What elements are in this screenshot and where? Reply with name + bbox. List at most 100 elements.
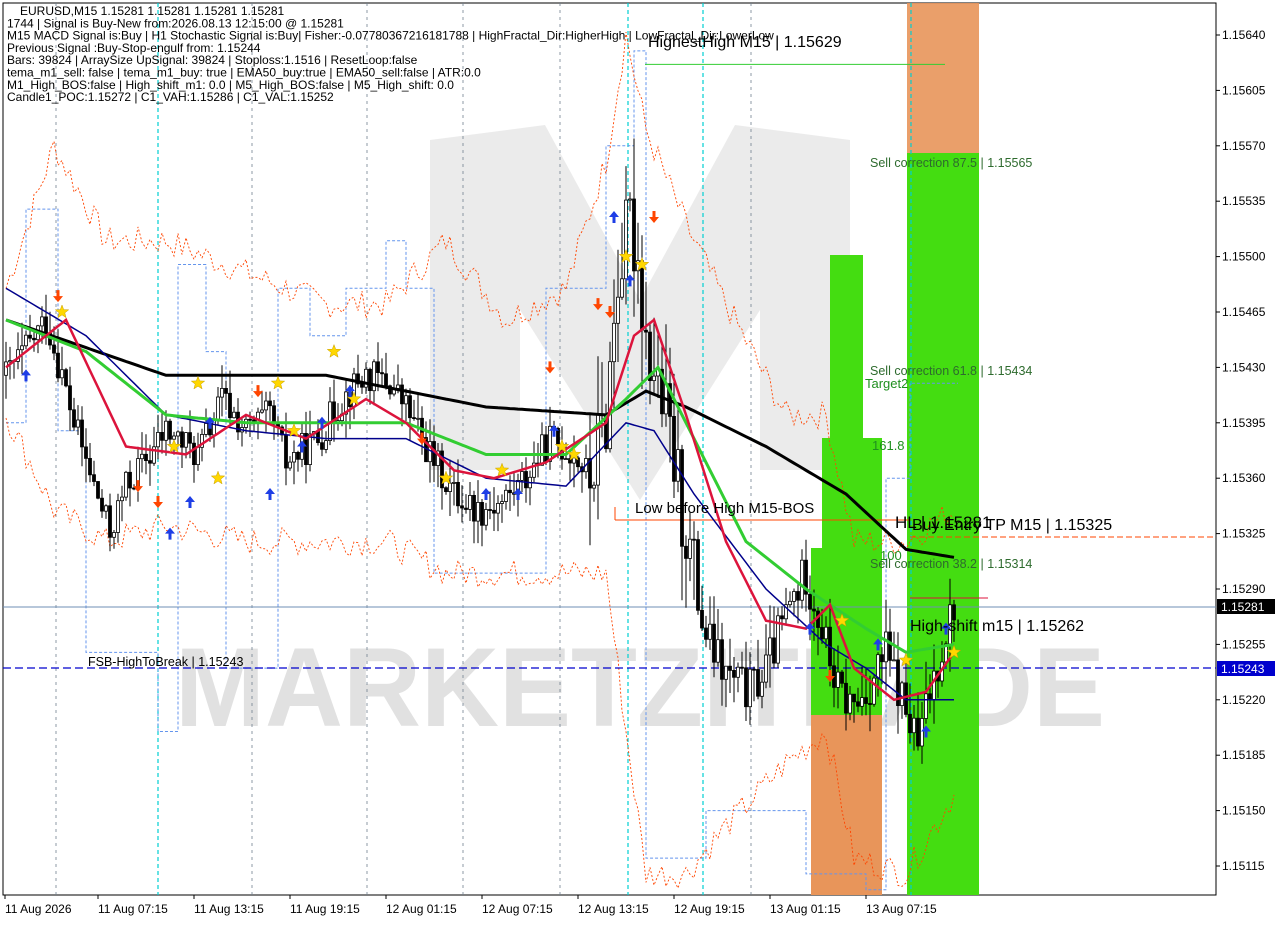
candle-body — [268, 400, 272, 407]
candle-body — [408, 395, 412, 419]
candle-body — [868, 703, 872, 705]
chart-svg[interactable]: MARKETZITRADE HighestHigh M15 | 1.15629 … — [0, 0, 1280, 920]
candle-body — [920, 718, 924, 747]
y-tick-label: 1.15500 — [1222, 250, 1266, 264]
candle-body — [148, 460, 152, 464]
low-before-high-label: Low before High M15-BOS — [635, 500, 814, 517]
candle-body — [620, 278, 624, 298]
candle-body — [704, 627, 708, 640]
candle-body — [176, 431, 180, 437]
candle-body — [924, 693, 928, 719]
candle-body — [72, 409, 76, 428]
candle-body — [744, 667, 748, 708]
candle-body — [848, 693, 852, 714]
y-tick-label: 1.15185 — [1222, 748, 1266, 762]
candle-body — [292, 451, 296, 463]
candle-body — [892, 659, 896, 662]
candle-body — [696, 539, 700, 611]
candle-body — [128, 471, 132, 489]
candle-body — [564, 458, 568, 461]
sell-correction-382-label: Sell correction 38.2 | 1.15314 — [870, 557, 1032, 571]
candle-body — [856, 701, 860, 707]
candle-body — [652, 375, 656, 382]
y-tick-label: 1.15220 — [1222, 693, 1266, 707]
candle-body — [468, 494, 472, 510]
candle-body — [172, 435, 176, 440]
candle-body — [508, 489, 512, 494]
candle-body — [888, 631, 892, 661]
candle-body — [484, 509, 488, 526]
candle-body — [40, 316, 44, 327]
candle-body — [164, 420, 168, 441]
candle-body — [184, 432, 188, 448]
candle-body — [912, 717, 916, 734]
candle-body — [180, 431, 184, 448]
candle-body — [232, 411, 236, 419]
y-tick-label: 1.15465 — [1222, 305, 1266, 319]
y-tick-label: 1.15430 — [1222, 360, 1266, 374]
candle-body — [616, 296, 620, 324]
chart-root[interactable]: MARKETZITRADE HighestHigh M15 | 1.15629 … — [0, 0, 1280, 920]
candle-body — [520, 471, 524, 481]
candle-body — [52, 344, 56, 354]
candle-body — [64, 369, 68, 387]
y-tick-label: 1.15535 — [1222, 194, 1266, 208]
candle-body — [852, 693, 856, 703]
candle-body — [808, 593, 812, 610]
candle-body — [764, 654, 768, 683]
candle-body — [360, 383, 364, 388]
candle-body — [548, 425, 552, 462]
candle-body — [932, 670, 936, 700]
candle-body — [840, 671, 844, 684]
candle-body — [168, 420, 172, 440]
candle-body — [32, 337, 36, 341]
candle-body — [416, 417, 420, 420]
y-tick-label: 1.15570 — [1222, 139, 1266, 153]
candle-body — [688, 538, 692, 559]
time-axis[interactable]: 11 Aug 2026 11 Aug 07:15 11 Aug 13:15 11 Au… — [4, 895, 937, 916]
y-tick-label: 1.15325 — [1222, 527, 1266, 541]
candle-body — [112, 532, 116, 538]
candle-body — [788, 600, 792, 606]
candle-body — [320, 442, 324, 450]
x-tick-label: 13 Aug 01:15 — [770, 902, 841, 916]
candle-body — [368, 368, 372, 391]
candle-body — [592, 484, 596, 489]
buy-entry-tp-label: Buy Entry TP M15 | 1.15325 — [912, 517, 1112, 534]
fib-1618-label: 161.8 — [872, 438, 905, 453]
high-shift-label: High-shift m15 | 1.15262 — [910, 618, 1084, 635]
y-tick-label: 1.15640 — [1222, 28, 1266, 42]
candle-body — [724, 665, 728, 680]
candle-body — [376, 361, 380, 373]
candle-body — [308, 433, 312, 466]
candle-body — [8, 360, 12, 363]
candle-body — [720, 639, 724, 680]
candle-body — [572, 457, 576, 464]
candle-body — [812, 608, 816, 612]
candle-body — [224, 387, 228, 394]
candle-body — [248, 418, 252, 421]
candle-body — [504, 489, 508, 502]
candle-body — [324, 440, 328, 450]
candle-body — [928, 693, 932, 700]
candle-body — [120, 496, 124, 502]
candle-body — [612, 322, 616, 363]
candle-body — [880, 654, 884, 663]
fsb-price-value: 1.15243 — [1221, 662, 1265, 676]
candle-body — [492, 509, 496, 514]
x-tick-label: 12 Aug 07:15 — [482, 902, 553, 916]
candle-body — [752, 668, 756, 671]
candle-body — [452, 481, 456, 484]
x-tick-label: 11 Aug 13:15 — [194, 902, 264, 916]
candle-body — [96, 481, 100, 499]
sell-correction-875-label: Sell correction 87.5 | 1.15565 — [870, 156, 1032, 170]
y-tick-label: 1.15150 — [1222, 804, 1266, 818]
candle-body — [756, 669, 760, 697]
price-axis[interactable]: 1.15640 1.15605 1.15570 1.15535 1.15500 1.154… — [1216, 28, 1266, 873]
fsb-label: FSB-HighToBreak | 1.15243 — [88, 655, 243, 669]
candle-body — [736, 666, 740, 678]
x-tick-label: 12 Aug 01:15 — [386, 902, 457, 916]
y-tick-label: 1.15115 — [1222, 859, 1265, 873]
candle-body — [84, 446, 88, 459]
candle-body — [88, 457, 92, 476]
